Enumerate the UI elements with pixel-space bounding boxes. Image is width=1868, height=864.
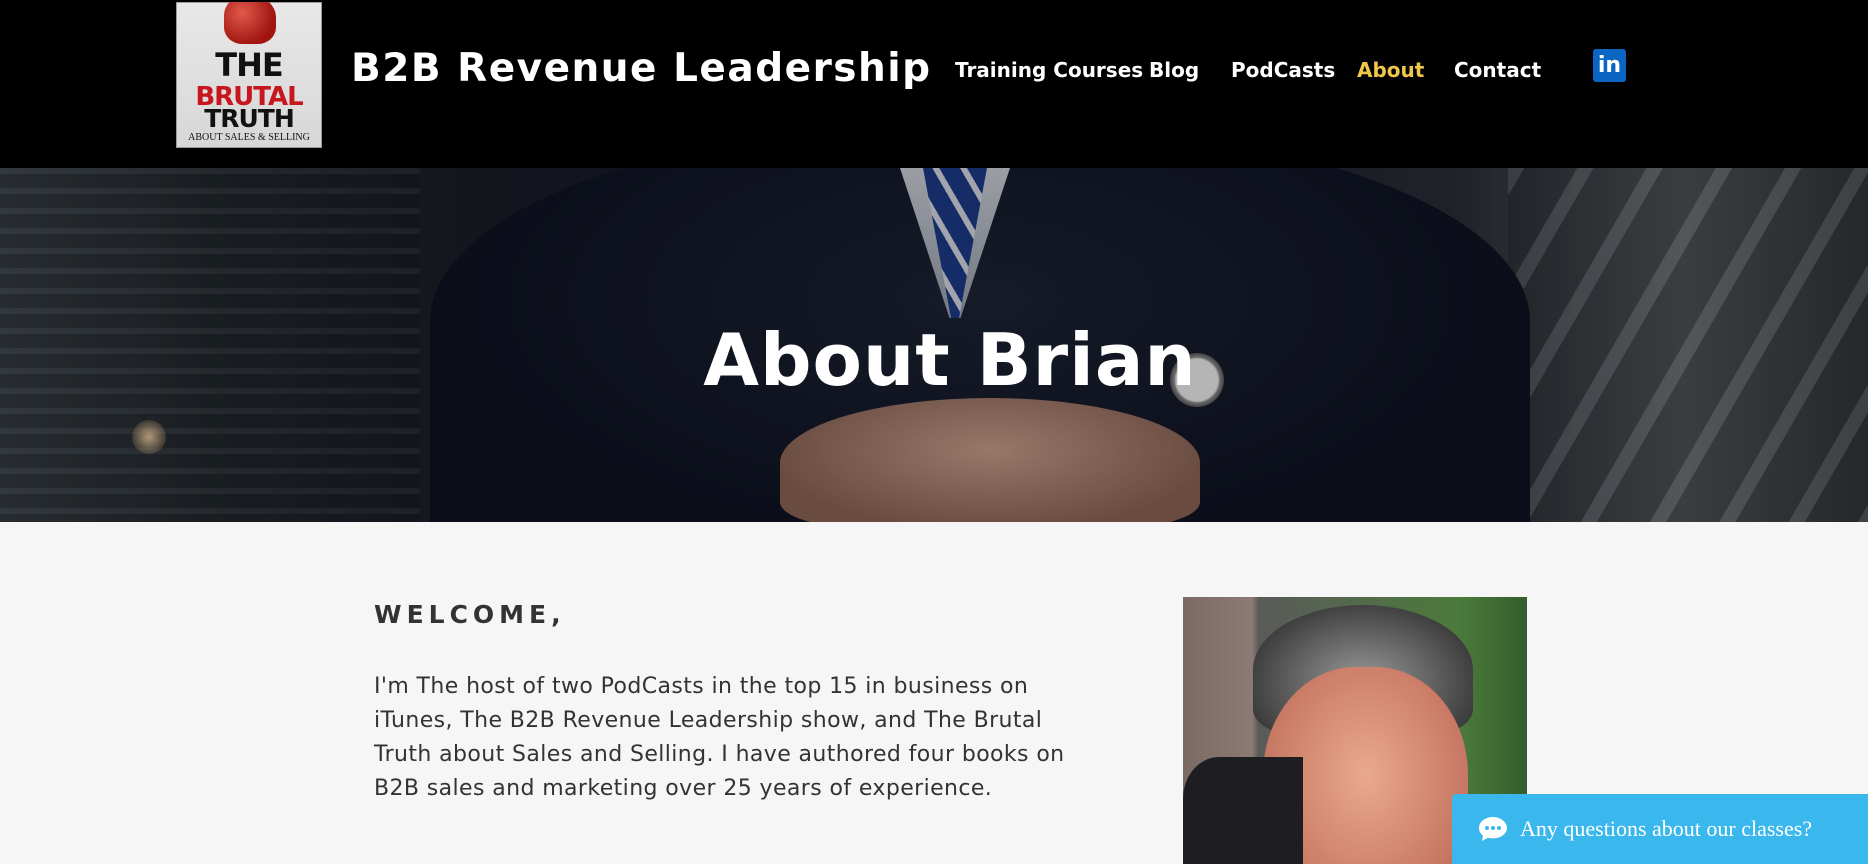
linkedin-icon[interactable]: in bbox=[1593, 49, 1626, 82]
logo-tagline: ABOUT SALES & SELLING bbox=[188, 132, 310, 143]
bio-next-line-partial bbox=[374, 852, 534, 864]
page-title: About Brian bbox=[703, 318, 1197, 402]
nav-podcasts[interactable]: PodCasts bbox=[1231, 58, 1335, 82]
logo-line-1: THE bbox=[215, 46, 283, 84]
photo-shoulder bbox=[1183, 757, 1303, 864]
site-title[interactable]: B2B Revenue Leadership bbox=[351, 46, 932, 91]
nav-training-courses[interactable]: Training Courses bbox=[955, 58, 1143, 82]
nav-blog[interactable]: Blog bbox=[1149, 58, 1199, 82]
brutal-truth-logo[interactable]: THE BRUTAL TRUTH ABOUT SALES & SELLING bbox=[176, 2, 322, 148]
chat-widget-button[interactable]: Any questions about our classes? bbox=[1452, 794, 1868, 864]
nav-about[interactable]: About bbox=[1357, 58, 1424, 82]
welcome-heading: WELCOME, bbox=[374, 600, 566, 629]
boxing-glove-icon bbox=[224, 2, 276, 44]
logo-line-3: TRUTH bbox=[204, 104, 295, 133]
site-header: THE BRUTAL TRUTH ABOUT SALES & SELLING B… bbox=[0, 0, 1868, 168]
bio-paragraph: I'm The host of two PodCasts in the top … bbox=[374, 674, 1065, 801]
nav-contact[interactable]: Contact bbox=[1454, 58, 1541, 82]
chat-bubble-icon bbox=[1479, 817, 1507, 841]
hero-banner: About Brian bbox=[0, 168, 1868, 522]
chat-widget-label: Any questions about our classes? bbox=[1520, 816, 1813, 841]
